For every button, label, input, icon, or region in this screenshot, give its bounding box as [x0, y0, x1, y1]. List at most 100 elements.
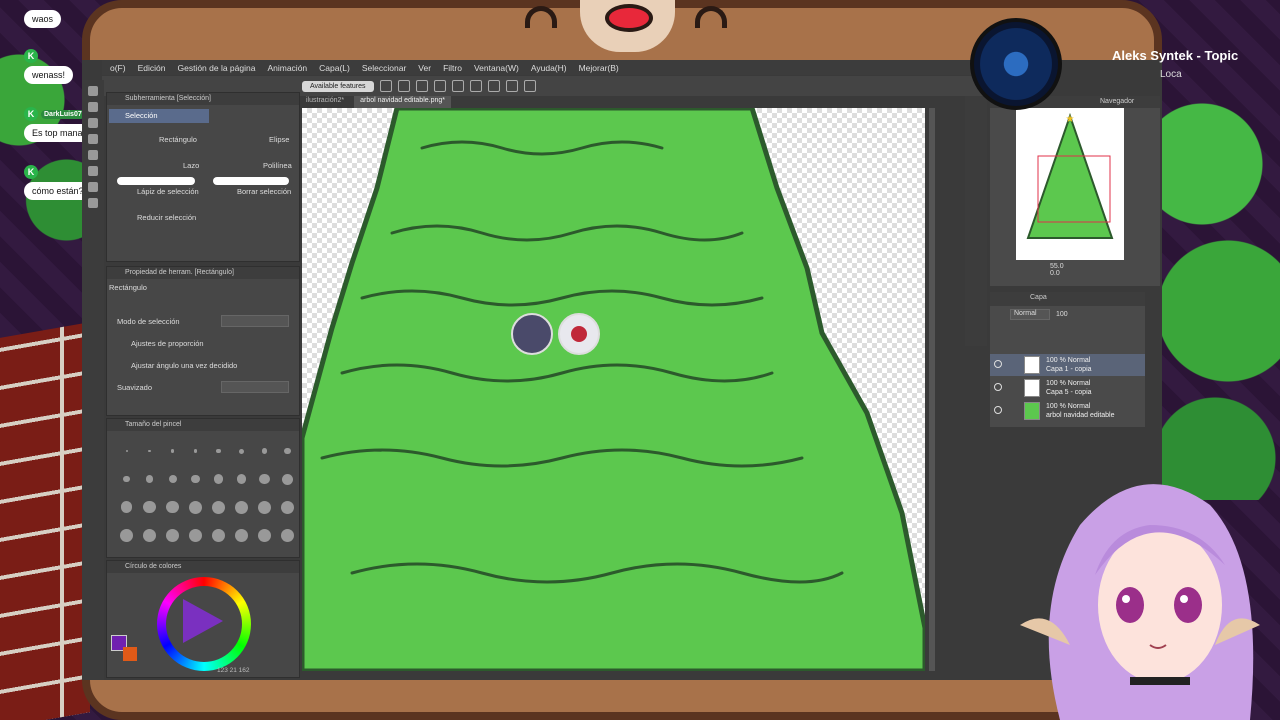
brush-size-preset[interactable] — [230, 523, 253, 547]
zoom-value[interactable]: 55.0 — [1050, 263, 1064, 270]
redo-icon[interactable] — [451, 80, 464, 92]
pen-tool-icon[interactable] — [88, 86, 98, 96]
subtool-ellipse[interactable]: Elipse — [269, 135, 289, 144]
navigator-thumbnail[interactable]: ★ — [1016, 108, 1124, 260]
subtool-rectangle[interactable]: Rectángulo — [159, 135, 197, 144]
brush-size-grid — [115, 439, 299, 547]
angle-value[interactable]: 0.0 — [1050, 270, 1060, 277]
menu-page-management[interactable]: Gestión de la página — [177, 63, 255, 73]
new-file-icon[interactable] — [379, 80, 392, 92]
fill-icon[interactable] — [505, 80, 518, 92]
album-art — [970, 18, 1062, 110]
aspect-label[interactable]: Ajustes de proporción — [131, 339, 204, 348]
adjust-angle-checkbox[interactable]: Ajustar ángulo una vez decidido — [131, 361, 237, 370]
brush-size-preset[interactable] — [138, 495, 161, 519]
brush-size-preset[interactable] — [276, 523, 299, 547]
brush-size-preset[interactable] — [184, 439, 207, 463]
tree-drawing — [302, 108, 925, 671]
subtool-selection-pen[interactable]: Lápiz de selección — [137, 187, 199, 196]
brush-size-preset[interactable] — [207, 523, 230, 547]
selection-mode-buttons[interactable] — [221, 315, 289, 327]
fill-tool-icon[interactable] — [88, 166, 98, 176]
blend-mode-select[interactable]: Normal — [1010, 308, 1050, 320]
brush-size-preset[interactable] — [253, 467, 276, 491]
brush-size-preset[interactable] — [161, 439, 184, 463]
layer-item[interactable]: 100 % Normal Capa 1 - copia — [990, 354, 1145, 376]
brush-size-preset[interactable] — [184, 495, 207, 519]
brush-size-dot — [168, 475, 177, 483]
open-icon[interactable] — [397, 80, 410, 92]
select-tool-icon[interactable] — [88, 102, 98, 112]
canvas-scrollbar[interactable] — [929, 108, 935, 671]
color-wheel[interactable] — [157, 577, 251, 671]
brush-size-preset[interactable] — [161, 523, 184, 547]
brush-size-preset[interactable] — [207, 495, 230, 519]
visibility-eye-icon[interactable] — [994, 383, 1002, 391]
visibility-eye-icon[interactable] — [994, 360, 1002, 368]
brush-size-preset[interactable] — [115, 523, 138, 547]
brush-size-preset[interactable] — [138, 439, 161, 463]
undo-icon[interactable] — [433, 80, 446, 92]
menu-filter[interactable]: Filtro — [443, 63, 462, 73]
tab-selection[interactable]: Selección — [109, 109, 209, 123]
save-icon[interactable] — [415, 80, 428, 92]
brush-size-preset[interactable] — [253, 523, 276, 547]
brush-size-preset[interactable] — [276, 467, 299, 491]
text-tool-icon[interactable] — [88, 198, 98, 208]
brush-size-preset[interactable] — [115, 495, 138, 519]
brush-size-preset[interactable] — [161, 495, 184, 519]
menu-view[interactable]: Ver — [418, 63, 431, 73]
brush-size-preset[interactable] — [138, 523, 161, 547]
eraser-tool-icon[interactable] — [88, 150, 98, 160]
eyedropper-icon[interactable] — [88, 118, 98, 128]
brush-size-preset[interactable] — [207, 439, 230, 463]
brush-tool-icon[interactable] — [88, 134, 98, 144]
subtool-polyline[interactable]: Polilínea — [263, 161, 292, 170]
brush-size-preset[interactable] — [207, 467, 230, 491]
subtool-shrink-selection[interactable]: Reducir selección — [137, 213, 196, 222]
visibility-eye-icon[interactable] — [994, 406, 1002, 414]
brush-size-preset[interactable] — [161, 467, 184, 491]
layer-opacity-value[interactable]: 100 — [1056, 311, 1068, 318]
sub-color-swatch[interactable] — [123, 647, 137, 661]
menu-window[interactable]: Ventana(W) — [474, 63, 519, 73]
menu-animation[interactable]: Animación — [267, 63, 307, 73]
subtool-row: Lápiz de selección Borrar selección — [109, 177, 299, 201]
clear-icon[interactable] — [469, 80, 482, 92]
brush-size-dot — [235, 528, 248, 542]
menu-improve[interactable]: Mejorar(B) — [579, 63, 619, 73]
brush-size-preset[interactable] — [230, 467, 253, 491]
brush-size-preset[interactable] — [276, 495, 299, 519]
brush-size-preset[interactable] — [253, 495, 276, 519]
subtool-lasso[interactable]: Lazo — [183, 161, 199, 170]
tab-arbol-navidad[interactable]: arbol navidad editable.png* — [354, 96, 451, 108]
brush-size-preset[interactable] — [184, 467, 207, 491]
menu-file[interactable]: o(F) — [110, 63, 126, 73]
brush-size-preset[interactable] — [230, 439, 253, 463]
brush-size-preset[interactable] — [138, 467, 161, 491]
brush-size-dot — [235, 500, 248, 514]
brush-size-preset[interactable] — [230, 495, 253, 519]
menu-help[interactable]: Ayuda(H) — [531, 63, 567, 73]
help-icon[interactable] — [523, 80, 536, 92]
tab-ilustracion2[interactable]: ilustración2* — [300, 96, 350, 108]
tool-property-panel: Propiedad de herram. [Rectángulo] Rectán… — [106, 266, 300, 416]
transform-icon[interactable] — [487, 80, 500, 92]
layer-item[interactable]: 100 % Normal arbol navidad editable — [990, 400, 1145, 422]
gradient-tool-icon[interactable] — [88, 182, 98, 192]
drawing-canvas[interactable] — [302, 108, 925, 671]
layer-item[interactable]: 100 % Normal Capa 5 - copia — [990, 377, 1145, 399]
antialias-selector[interactable] — [221, 381, 289, 393]
brush-size-dot — [120, 501, 133, 513]
menu-layer[interactable]: Capa(L) — [319, 63, 350, 73]
menu-edit[interactable]: Edición — [138, 63, 166, 73]
brush-size-preset[interactable] — [253, 439, 276, 463]
brush-size-preset[interactable] — [115, 439, 138, 463]
brush-size-preset[interactable] — [115, 467, 138, 491]
menu-select[interactable]: Seleccionar — [362, 63, 406, 73]
subtool-erase-selection[interactable]: Borrar selección — [237, 187, 291, 196]
brush-size-preset[interactable] — [276, 439, 299, 463]
available-features-button[interactable]: Available features — [302, 80, 374, 92]
brush-size-preset[interactable] — [184, 523, 207, 547]
color-triangle[interactable] — [183, 599, 223, 643]
